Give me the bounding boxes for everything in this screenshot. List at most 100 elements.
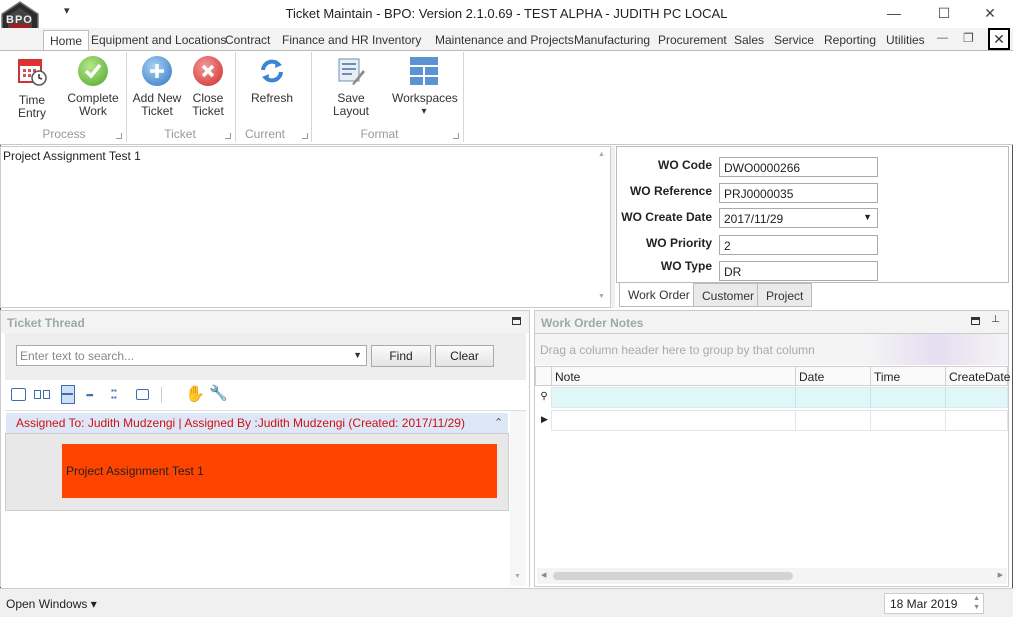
pan-hand-icon[interactable]: ✋ xyxy=(185,384,205,404)
wo-priority-label: WO Priority xyxy=(645,236,712,250)
plus-circle-icon xyxy=(142,56,172,86)
layout-columns-icon[interactable] xyxy=(34,388,51,401)
tab-finance-and-hr[interactable]: Finance and HR xyxy=(276,30,375,51)
group-caption-process: Process xyxy=(42,127,86,141)
tab-service[interactable]: Service xyxy=(768,30,820,51)
scroll-thumb[interactable] xyxy=(553,572,793,580)
tab-contract[interactable]: Contract xyxy=(219,30,276,51)
add-new-ticket-label-2: Ticket xyxy=(141,104,173,118)
column-header-note[interactable]: Note xyxy=(551,366,796,386)
card-view-icon[interactable] xyxy=(136,389,149,400)
maximize-button[interactable]: ☐ xyxy=(924,2,964,24)
time-entry-label: Time Entry xyxy=(17,93,46,120)
scroll-down-icon[interactable]: ▼ xyxy=(514,573,521,580)
column-header-time[interactable]: Time xyxy=(870,366,946,386)
search-placeholder: Enter text to search... xyxy=(20,349,135,363)
thread-search-input[interactable]: Enter text to search... ▼ xyxy=(16,345,367,366)
close-window-button[interactable]: ✕ xyxy=(970,2,1010,24)
new-row-indicator-icon: ▶ xyxy=(541,414,548,424)
tab-project[interactable]: Project xyxy=(757,283,813,307)
workspaces-dropdown[interactable]: Workspaces ▾ xyxy=(392,56,458,118)
scroll-left-icon[interactable]: ◀ xyxy=(541,571,546,579)
time-entry-button[interactable]: Time Entry xyxy=(4,56,60,120)
complete-work-button[interactable]: Complete Work xyxy=(66,56,120,118)
pin-icon[interactable]: ⊥ xyxy=(991,314,1000,325)
filter-row[interactable] xyxy=(551,387,1008,408)
tab-equipment-and-locations[interactable]: Equipment and Locations xyxy=(85,30,232,51)
notes-horizontal-scrollbar[interactable]: ◀ ▶ xyxy=(537,568,1007,584)
spin-arrows-icon[interactable]: ▲ ▼ xyxy=(973,594,980,612)
scroll-right-icon[interactable]: ▶ xyxy=(998,571,1003,579)
scroll-up-icon[interactable]: ▲ xyxy=(598,151,605,158)
window-title: Ticket Maintain - BPO: Version 2.1.0.69 … xyxy=(285,6,728,21)
description-textarea[interactable] xyxy=(0,146,611,308)
tab-utilities[interactable]: Utilities xyxy=(880,30,931,51)
group-launcher-icon[interactable] xyxy=(225,133,231,139)
tab-inventory[interactable]: Inventory xyxy=(366,30,427,51)
save-layout-button[interactable]: Save Layout xyxy=(318,56,384,118)
close-ticket-button[interactable]: Close Ticket xyxy=(186,56,230,118)
tab-customer[interactable]: Customer xyxy=(693,283,764,307)
complete-work-label-2: Work xyxy=(79,104,107,118)
refresh-button[interactable]: Refresh xyxy=(248,56,296,105)
maximize-panel-icon[interactable] xyxy=(512,317,521,325)
mdi-close-button[interactable]: ✕ xyxy=(988,28,1010,50)
ribbon-group-divider xyxy=(463,52,464,142)
maximize-panel-icon[interactable] xyxy=(971,317,980,325)
filter-col-divider xyxy=(945,387,946,408)
save-layout-label: Save Layout xyxy=(332,91,370,118)
collapse-chevron-icon[interactable]: ⌃ xyxy=(494,416,503,429)
assignment-header[interactable]: Assigned To: Judith Mudzengi | Assigned … xyxy=(6,413,508,433)
group-by-panel[interactable]: Drag a column header here to group by th… xyxy=(535,334,1008,365)
toolbar-divider xyxy=(161,387,162,403)
chevron-down-icon[interactable]: ▼ xyxy=(863,212,872,222)
tab-maintenance-and-projects[interactable]: Maintenance and Projects xyxy=(429,30,580,51)
chevron-down-icon: ▾ xyxy=(421,106,427,117)
ribbon-group-divider xyxy=(235,52,236,142)
ribbon-group-divider xyxy=(126,52,127,142)
scroll-down-icon[interactable]: ▼ xyxy=(598,293,605,300)
wo-type-field[interactable]: DR xyxy=(719,261,878,281)
new-item-row[interactable] xyxy=(551,410,1008,431)
wrench-icon[interactable]: 🔧 xyxy=(209,384,228,402)
tab-home[interactable]: Home xyxy=(43,30,90,51)
grid-dots-icon[interactable]: ▪▪▪ xyxy=(86,390,94,400)
group-launcher-icon[interactable] xyxy=(302,133,308,139)
mdi-restore-button[interactable]: ❐ xyxy=(963,31,974,45)
tab-work-order[interactable]: Work Order xyxy=(619,283,699,307)
group-caption-current: Current xyxy=(244,127,285,141)
status-date: 18 Mar 2019 xyxy=(890,597,958,611)
close-ticket-label-2: Ticket xyxy=(192,104,224,118)
find-button[interactable]: Find xyxy=(371,345,431,367)
thread-scrollbar[interactable]: ▼ xyxy=(510,411,526,586)
wo-type-label: WO Type xyxy=(660,259,712,273)
wo-create-date-label: WO Create Date xyxy=(621,210,712,224)
group-launcher-icon[interactable] xyxy=(116,133,122,139)
tab-reporting[interactable]: Reporting xyxy=(818,30,882,51)
wo-priority-field[interactable]: 2 xyxy=(719,235,878,255)
column-header-createdate[interactable]: CreateDate xyxy=(945,366,1010,386)
wo-create-date-picker[interactable]: 2017/11/29 ▼ xyxy=(719,208,878,228)
layout-single-icon[interactable] xyxy=(11,388,26,401)
open-windows-menu[interactable]: Open Windows ▾ xyxy=(6,597,97,611)
clear-button[interactable]: Clear xyxy=(435,345,494,367)
group-caption-format: Format xyxy=(360,127,399,141)
vertical-splitter[interactable] xyxy=(611,146,615,308)
column-header-date[interactable]: Date xyxy=(795,366,871,386)
wo-reference-label: WO Reference xyxy=(629,184,712,198)
grid-tiles-icon[interactable]: ▪▪ ▪▪ xyxy=(111,387,117,402)
row-col-divider xyxy=(795,410,796,431)
tab-manufacturing[interactable]: Manufacturing xyxy=(568,30,656,51)
wo-code-field[interactable]: DWO0000266 xyxy=(719,157,878,177)
minimize-button[interactable]: — xyxy=(874,2,914,24)
description-scrollbar[interactable]: ▲ ▼ xyxy=(594,147,610,307)
layout-rows-icon[interactable] xyxy=(61,385,75,404)
tab-sales[interactable]: Sales xyxy=(728,30,770,51)
mdi-minimize-button[interactable]: — xyxy=(937,32,948,44)
chevron-down-icon[interactable]: ▼ xyxy=(353,350,362,360)
add-new-ticket-button[interactable]: Add New Ticket xyxy=(132,56,182,118)
group-launcher-icon[interactable] xyxy=(453,133,459,139)
status-date-spinner[interactable]: 18 Mar 2019 ▲ ▼ xyxy=(884,593,984,614)
tab-procurement[interactable]: Procurement xyxy=(652,30,733,51)
wo-reference-field[interactable]: PRJ0000035 xyxy=(719,183,878,203)
